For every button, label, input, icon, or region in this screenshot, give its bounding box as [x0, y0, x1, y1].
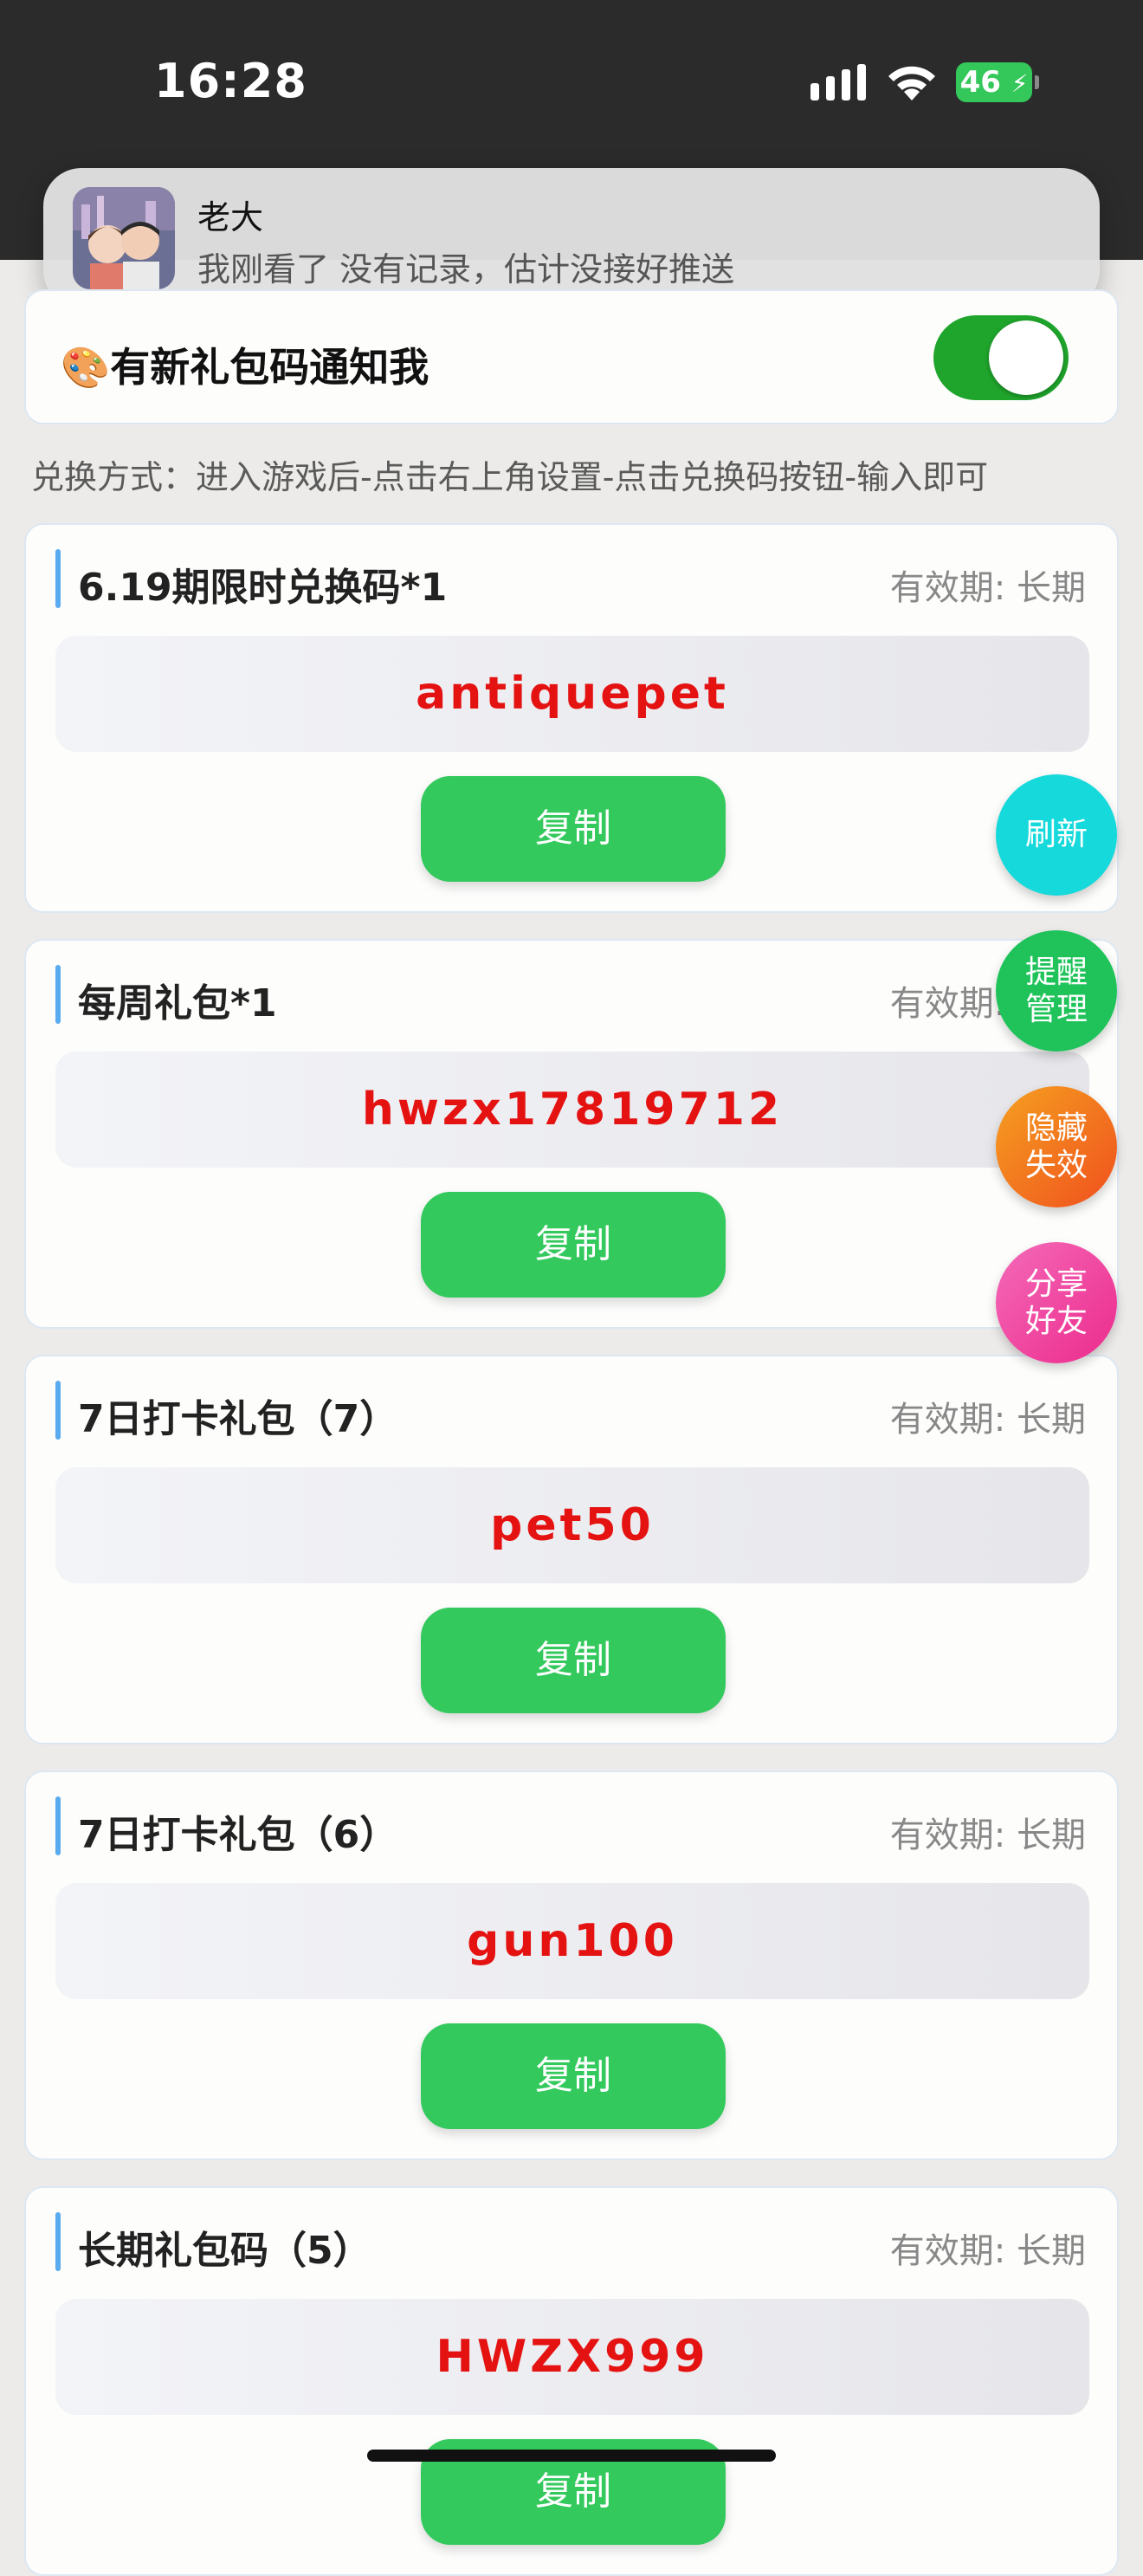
battery-indicator: 46 ⚡ — [956, 62, 1039, 102]
redeem-instructions: 兑换方式：进入游戏后-点击右上角设置-点击兑换码按钮-输入即可 — [31, 458, 989, 496]
title-accent-bar — [55, 965, 61, 1024]
push-notification[interactable]: 老大 我刚看了 没有记录，估计没接好推送 — [43, 168, 1100, 308]
code-card: 长期礼包码（5） 有效期: 长期 HWZX999 复制 — [24, 2186, 1119, 2576]
title-accent-bar — [55, 1381, 61, 1440]
title-accent-bar — [55, 1796, 61, 1855]
card-title: 每周礼包*1 — [78, 981, 277, 1026]
charging-bolt-icon: ⚡ — [1011, 69, 1029, 98]
reminder-label: 提醒管理 — [1024, 954, 1088, 1027]
copy-button[interactable]: 复制 — [421, 1192, 726, 1298]
redeem-code: hwzx17819712 — [55, 1052, 1089, 1168]
wifi-icon — [888, 66, 935, 100]
card-validity: 有效期: 长期 — [889, 1815, 1086, 1855]
notification-sender: 老大 — [197, 198, 264, 236]
clock: 16:28 — [154, 54, 307, 108]
avatar — [73, 187, 175, 289]
hide-expired-label: 隐藏失效 — [1024, 1110, 1088, 1183]
title-accent-bar — [55, 2212, 61, 2271]
home-indicator[interactable] — [367, 2450, 776, 2462]
copy-button[interactable]: 复制 — [421, 1608, 726, 1713]
code-card: 7日打卡礼包（7） 有效期: 长期 pet50 复制 — [24, 1355, 1119, 1744]
refresh-label: 刷新 — [1024, 817, 1088, 853]
battery-tip — [1035, 75, 1039, 89]
copy-button[interactable]: 复制 — [421, 2023, 726, 2129]
notification-message: 我刚看了 没有记录，估计没接好推送 — [197, 250, 735, 288]
hide-expired-button[interactable]: 隐藏失效 — [996, 1086, 1117, 1207]
card-validity: 有效期: 长期 — [889, 1400, 1086, 1440]
code-card: 6.19期限时兑换码*1 有效期: 长期 antiquepet 复制 — [24, 523, 1119, 913]
notify-toggle-label: 🎨有新礼包码通知我 — [61, 344, 429, 391]
card-title: 长期礼包码（5） — [78, 2229, 371, 2273]
card-title: 6.19期限时兑换码*1 — [78, 566, 448, 610]
title-accent-bar — [55, 549, 61, 608]
reminder-manage-button[interactable]: 提醒管理 — [996, 930, 1117, 1052]
cellular-signal-icon — [810, 64, 866, 100]
redeem-code: gun100 — [55, 1883, 1089, 1999]
redeem-code: HWZX999 — [55, 2299, 1089, 2415]
notify-toggle[interactable] — [933, 315, 1069, 400]
card-title: 7日打卡礼包（7） — [78, 1397, 398, 1441]
redeem-code: antiquepet — [55, 636, 1089, 752]
card-validity: 有效期: 长期 — [889, 568, 1086, 608]
copy-button[interactable]: 复制 — [421, 776, 726, 882]
share-friends-button[interactable]: 分享好友 — [996, 1242, 1117, 1363]
code-card: 7日打卡礼包（6） 有效期: 长期 gun100 复制 — [24, 1770, 1119, 2160]
refresh-button[interactable]: 刷新 — [996, 774, 1117, 896]
battery-level: 46 — [959, 65, 1001, 100]
redeem-code: pet50 — [55, 1467, 1089, 1583]
card-validity: 有效期: 长期 — [889, 2231, 1086, 2271]
share-label: 分享好友 — [1024, 1265, 1088, 1339]
notify-setting-card: 🎨有新礼包码通知我 — [24, 289, 1119, 424]
toggle-knob — [989, 320, 1063, 395]
code-card: 每周礼包*1 有效期: 长期 hwzx17819712 复制 — [24, 939, 1119, 1329]
card-title: 7日打卡礼包（6） — [78, 1813, 398, 1857]
